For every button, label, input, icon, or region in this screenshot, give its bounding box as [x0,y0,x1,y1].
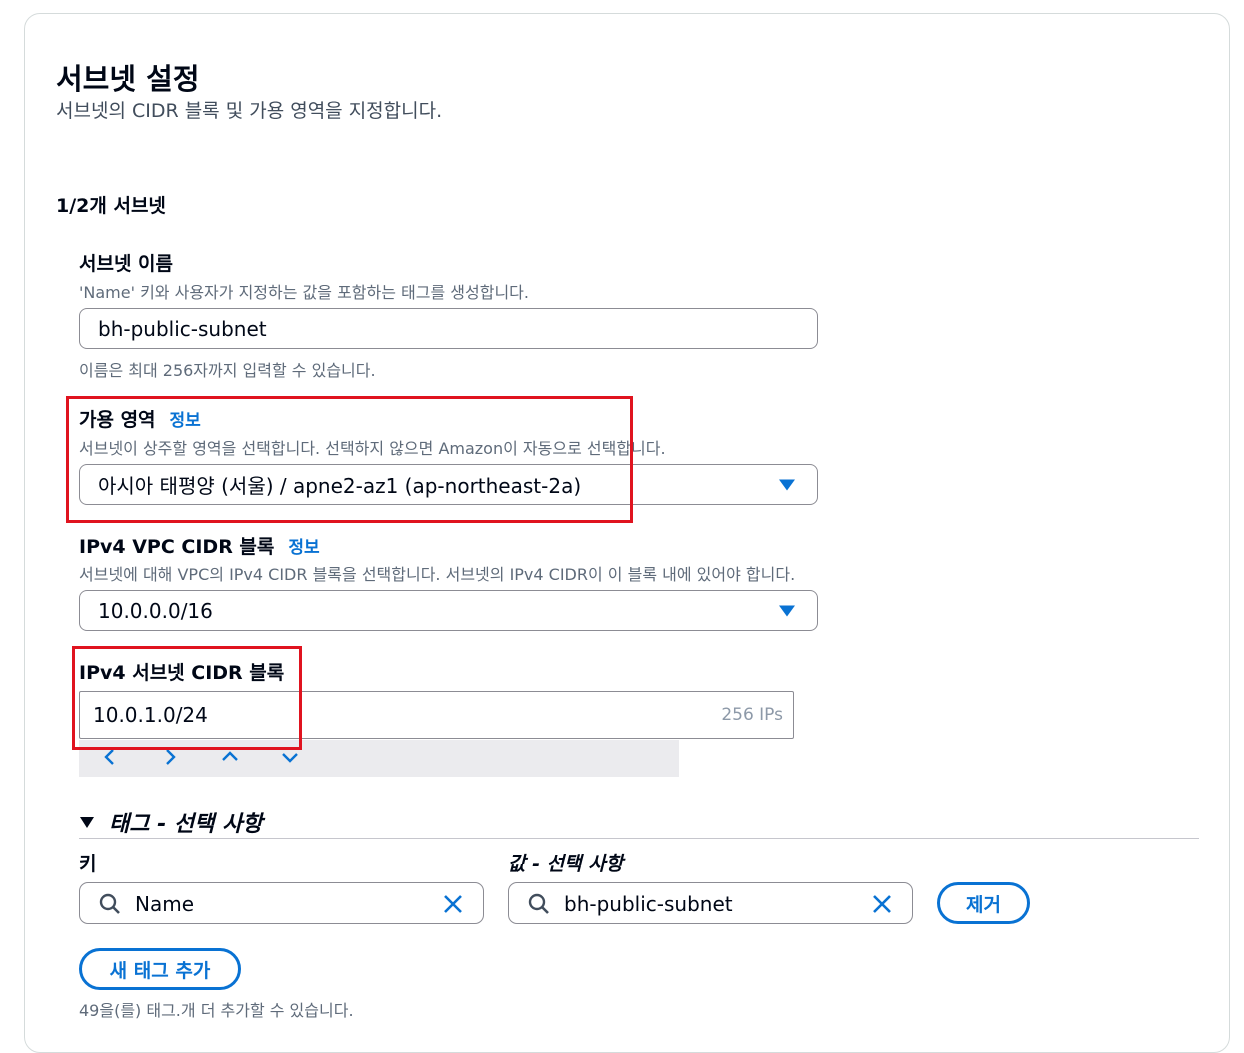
search-icon [99,893,120,914]
subnet-name-constraint: 이름은 최대 256자까지 입력할 수 있습니다. [79,361,376,380]
tag-key-label: 키 [79,853,97,875]
caret-down-icon [779,479,795,490]
clear-icon[interactable] [441,892,465,916]
highlight-box-az [66,396,633,523]
subnet-count-heading: 1/2개 서브넷 [56,195,166,217]
tag-limit-text: 49을(를) 태그.개 더 추가할 수 있습니다. [79,1001,354,1020]
vpc-cidr-description: 서브넷에 대해 VPC의 IPv4 CIDR 블록을 선택합니다. 서브넷의 I… [79,565,796,584]
page-title: 서브넷 설정 [56,62,200,96]
tags-divider [79,838,1199,839]
search-icon [528,893,549,914]
highlight-box-subnet-cidr [72,646,302,750]
caret-down-icon [779,605,795,616]
subnet-name-input[interactable]: bh-public-subnet [79,308,818,349]
subnet-name-description: 'Name' 키와 사용자가 지정하는 값을 포함하는 태그를 생성합니다. [79,283,529,302]
vpc-cidr-select-value: 10.0.0.0/16 [98,598,213,623]
subnet-name-value: bh-public-subnet [98,316,267,341]
vpc-cidr-label: IPv4 VPC CIDR 블록 [79,536,275,558]
tag-value-label: 값 - 선택 사항 [508,853,624,875]
expand-caret-icon [80,817,94,828]
vpc-cidr-info-link[interactable]: 정보 [288,533,319,558]
tag-value-value: bh-public-subnet [564,892,733,916]
remove-tag-button[interactable]: 제거 [937,882,1030,924]
vpc-cidr-select[interactable]: 10.0.0.0/16 [79,590,818,631]
tag-key-input[interactable]: Name [79,882,484,924]
add-tag-button[interactable]: 새 태그 추가 [79,948,241,990]
tags-header-text: 태그 - 선택 사항 [109,812,263,837]
tag-value-input[interactable]: bh-public-subnet [508,882,913,924]
ip-count-hint: 256 IPs [721,705,783,725]
tag-key-value: Name [135,892,195,916]
subnet-name-label: 서브넷 이름 [79,253,174,275]
clear-icon[interactable] [870,892,894,916]
vpc-cidr-label-row: IPv4 VPC CIDR 블록 정보 [79,532,320,559]
page-subtitle: 서브넷의 CIDR 블록 및 가용 영역을 지정합니다. [56,100,443,122]
tags-section-header[interactable]: 태그 - 선택 사항 [79,806,263,838]
